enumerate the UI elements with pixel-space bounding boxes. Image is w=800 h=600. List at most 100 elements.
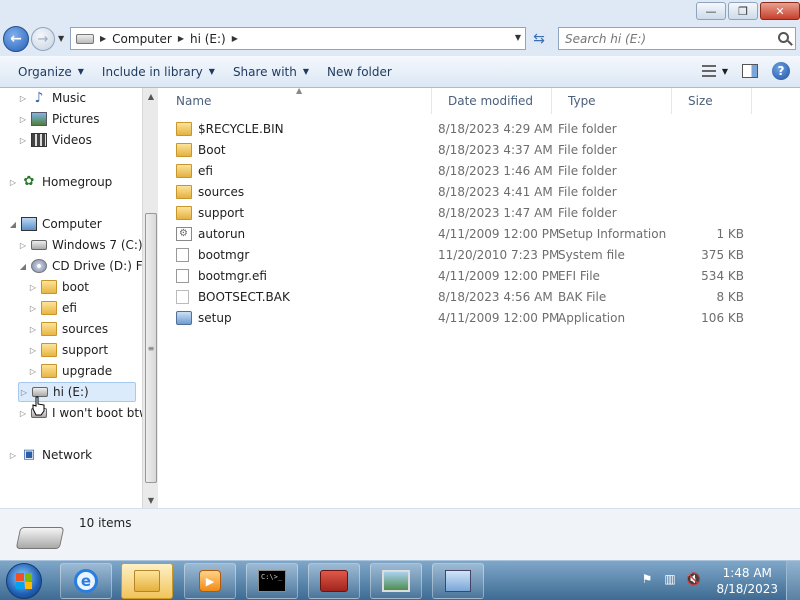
chevron-right-icon[interactable]: ▶ <box>232 34 238 43</box>
windows-explorer-icon <box>134 570 160 592</box>
expand-icon[interactable]: ▷ <box>28 325 38 334</box>
help-icon[interactable]: ? <box>772 62 790 80</box>
collapse-icon[interactable]: ◢ <box>18 262 28 271</box>
file-date: 11/20/2010 7:23 PM <box>438 248 560 262</box>
nav-item-cd-drive[interactable]: ◢ CD Drive (D:) FRT <box>18 256 157 276</box>
new-folder-button[interactable]: New folder <box>318 56 401 87</box>
show-desktop-button[interactable] <box>786 561 800 600</box>
expand-icon[interactable]: ▷ <box>18 136 28 145</box>
network-status-icon[interactable]: ▥ <box>663 572 677 586</box>
expand-icon[interactable]: ▷ <box>28 367 38 376</box>
media-player-icon: ▶ <box>199 570 221 592</box>
file-row[interactable]: setup 4/11/2009 12:00 PM Application 106… <box>176 308 776 329</box>
expand-icon[interactable]: ▷ <box>19 388 29 397</box>
file-row[interactable]: bootmgr.efi 4/11/2009 12:00 PM EFI File … <box>176 266 776 287</box>
chevron-right-icon[interactable]: ▶ <box>178 34 184 43</box>
clock[interactable]: 1:48 AM 8/18/2023 <box>716 565 778 597</box>
minimize-button[interactable]: — <box>696 2 726 20</box>
taskbar-internet-explorer[interactable]: e <box>60 563 112 599</box>
file-row[interactable]: sources 8/18/2023 4:41 AM File folder <box>176 182 776 203</box>
file-row[interactable]: BOOTSECT.BAK 8/18/2023 4:56 AM BAK File … <box>176 287 776 308</box>
forward-button[interactable]: → <box>31 27 55 51</box>
address-bar[interactable]: ▶ Computer ▶ hi (E:) ▶ ▼ <box>70 27 526 50</box>
back-button[interactable]: ← <box>3 26 29 52</box>
expand-icon[interactable]: ▷ <box>28 304 38 313</box>
expand-icon[interactable]: ▷ <box>28 283 38 292</box>
taskbar-windows-explorer[interactable] <box>121 563 173 599</box>
nav-item-sources[interactable]: ▷ sources <box>28 319 108 339</box>
share-with-button[interactable]: Share with ▼ <box>224 56 318 87</box>
file-icon <box>176 290 189 304</box>
nav-item-videos[interactable]: ▷ Videos <box>18 130 92 150</box>
file-type: Setup Information <box>558 227 667 241</box>
file-row[interactable]: support 8/18/2023 1:47 AM File folder <box>176 203 776 224</box>
file-row[interactable]: $RECYCLE.BIN 8/18/2023 4:29 AM File fold… <box>176 119 776 140</box>
nav-item-boot[interactable]: ▷ boot <box>28 277 89 297</box>
search-input[interactable] <box>565 31 765 46</box>
include-in-library-button[interactable]: Include in library ▼ <box>93 56 224 87</box>
expand-icon[interactable]: ▷ <box>8 178 18 187</box>
expand-icon[interactable]: ▷ <box>18 241 28 250</box>
search-box[interactable] <box>558 27 796 50</box>
recent-pages-dropdown[interactable]: ▼ <box>58 34 64 43</box>
file-row[interactable]: autorun 4/11/2009 12:00 PM Setup Informa… <box>176 224 776 245</box>
taskbar-command-prompt[interactable]: C:\>_ <box>246 563 298 599</box>
nav-item-windows-7[interactable]: ▷ Windows 7 (C:) <box>18 235 143 255</box>
nav-item-label: support <box>62 343 109 357</box>
nav-item-network[interactable]: ▷ ▣ Network <box>8 445 92 465</box>
taskbar-control-panel[interactable] <box>432 563 484 599</box>
scroll-down-icon[interactable]: ▼ <box>143 492 159 508</box>
preview-pane-icon[interactable] <box>742 64 758 78</box>
nav-scrollbar[interactable]: ▲ ≡ ▼ <box>142 88 158 508</box>
expand-icon[interactable]: ▷ <box>18 94 28 103</box>
nav-item-support[interactable]: ▷ support <box>28 340 108 360</box>
taskbar-toolbox[interactable] <box>308 563 360 599</box>
scroll-thumb[interactable]: ≡ <box>145 213 157 483</box>
column-header-type[interactable]: Type <box>552 88 672 114</box>
expand-icon[interactable]: ▷ <box>18 115 28 124</box>
chevron-right-icon[interactable]: ▶ <box>100 34 106 43</box>
organize-button[interactable]: Organize ▼ <box>9 56 93 87</box>
file-size: 375 KB <box>701 248 744 262</box>
refresh-button[interactable]: ⇆ <box>528 29 550 49</box>
chevron-down-icon: ▼ <box>77 67 84 76</box>
file-name: $RECYCLE.BIN <box>198 122 284 136</box>
system-tray: ⚑ ▥ 🔇 <box>640 572 701 586</box>
expand-icon[interactable]: ▷ <box>18 409 28 418</box>
taskbar-photo-viewer[interactable] <box>370 563 422 599</box>
file-row[interactable]: efi 8/18/2023 1:46 AM File folder <box>176 161 776 182</box>
file-date: 4/11/2009 12:00 PM <box>438 269 560 283</box>
clock-time: 1:48 AM <box>722 566 772 580</box>
nav-item-label: hi (E:) <box>53 385 89 399</box>
file-date: 4/11/2009 12:00 PM <box>438 227 560 241</box>
column-header-date[interactable]: Date modified <box>432 88 552 114</box>
taskbar-media-player[interactable]: ▶ <box>184 563 236 599</box>
address-history-dropdown[interactable]: ▼ <box>515 33 521 42</box>
breadcrumb-computer[interactable]: Computer <box>112 32 172 46</box>
change-view-icon[interactable] <box>701 65 716 77</box>
search-icon[interactable] <box>778 32 789 43</box>
scroll-up-icon[interactable]: ▲ <box>143 88 159 104</box>
drive-icon <box>76 33 94 44</box>
collapse-icon[interactable]: ◢ <box>8 220 18 229</box>
volume-muted-icon[interactable]: 🔇 <box>686 572 701 586</box>
breadcrumb-drive[interactable]: hi (E:) <box>190 32 226 46</box>
nav-item-homegroup[interactable]: ▷ ✿ Homegroup <box>8 172 112 192</box>
chevron-down-icon[interactable]: ▼ <box>722 67 728 76</box>
close-button[interactable]: ✕ <box>760 2 800 20</box>
column-header-name[interactable]: Name ▲ <box>160 86 432 114</box>
nav-item-pictures[interactable]: ▷ Pictures <box>18 109 100 129</box>
nav-item-music[interactable]: ▷ ♪ Music <box>18 88 86 108</box>
nav-item-computer[interactable]: ◢ Computer <box>8 214 102 234</box>
start-button[interactable] <box>6 563 42 599</box>
maximize-button[interactable]: ❐ <box>728 2 758 20</box>
file-name: BOOTSECT.BAK <box>198 290 290 304</box>
column-header-size[interactable]: Size <box>672 88 752 114</box>
nav-item-upgrade[interactable]: ▷ upgrade <box>28 361 112 381</box>
expand-icon[interactable]: ▷ <box>28 346 38 355</box>
file-row[interactable]: bootmgr 11/20/2010 7:23 PM System file 3… <box>176 245 776 266</box>
expand-icon[interactable]: ▷ <box>8 451 18 460</box>
flag-icon[interactable]: ⚑ <box>640 572 654 586</box>
file-row[interactable]: Boot 8/18/2023 4:37 AM File folder <box>176 140 776 161</box>
nav-item-efi[interactable]: ▷ efi <box>28 298 77 318</box>
